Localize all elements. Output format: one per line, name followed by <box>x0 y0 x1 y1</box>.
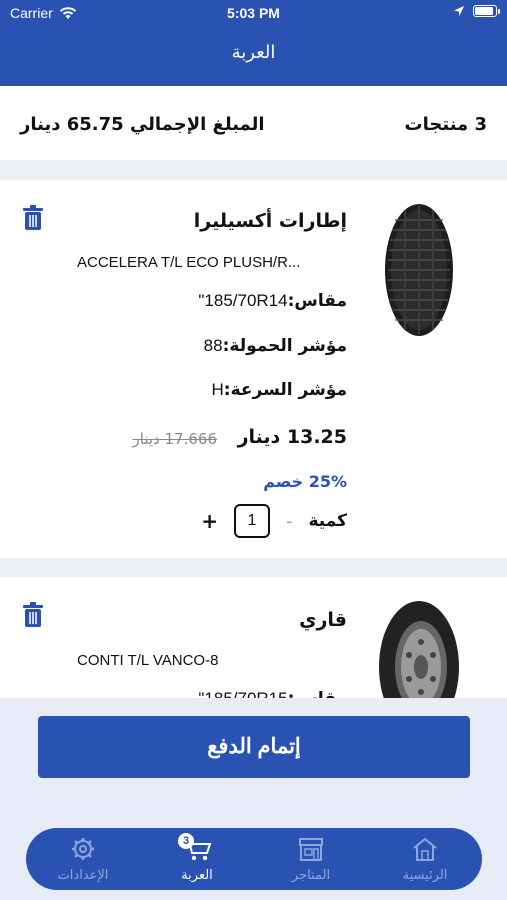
load-spec: مؤشر الحمولة:88 <box>204 336 347 356</box>
page-title: العربة <box>231 42 276 63</box>
speed-label: مؤشر السرعة: <box>223 380 347 400</box>
product-name: إطارات أكسيليرا <box>193 210 347 232</box>
speed-value: H <box>211 380 224 399</box>
delete-icon[interactable] <box>22 602 44 628</box>
cart-total: المبلغ الإجمالي 65.75 دينار <box>20 114 265 135</box>
battery-icon <box>473 5 500 17</box>
tab-settings-label: الإعدادات <box>57 868 109 883</box>
status-time: 5:03 PM <box>227 5 280 21</box>
product-model: ACCELERA T/L ECO PLUSH/R... <box>77 254 301 271</box>
size-spec: مقاس:185/70R14" <box>198 291 347 311</box>
checkout-button[interactable]: إتمام الدفع <box>38 716 470 778</box>
load-value: 88 <box>203 336 223 355</box>
load-label: مؤشر الحمولة: <box>222 336 347 356</box>
size-value: 185/70R14" <box>198 291 288 310</box>
tab-settings[interactable]: الإعدادات <box>26 828 140 890</box>
store-icon <box>299 838 323 861</box>
product-count: 3 منتجات <box>404 114 487 135</box>
product-model: CONTI T/L VANCO-8 <box>77 652 219 669</box>
cart-badge: 3 <box>178 833 194 849</box>
tab-cart[interactable]: العربة <box>140 828 254 890</box>
product-price: 13.25 دينار <box>237 426 347 448</box>
quantity-stepper: كمية - 1 + <box>201 504 347 538</box>
tab-home[interactable]: الرئيسية <box>368 828 482 890</box>
size-label: مقاس: <box>287 291 347 311</box>
discount-label: 25% خصم <box>263 472 347 491</box>
tab-stores[interactable]: المتاجر <box>254 828 368 890</box>
decrease-button[interactable]: - <box>286 511 293 532</box>
gear-icon <box>72 838 94 860</box>
battery-level <box>475 7 494 15</box>
status-bar: Carrier 5:03 PM <box>0 0 507 30</box>
tab-home-label: الرئيسية <box>402 868 448 883</box>
tire-image <box>385 204 453 336</box>
location-arrow-icon <box>454 6 464 16</box>
quantity-label: كمية <box>308 511 347 531</box>
tab-stores-label: المتاجر <box>291 868 331 883</box>
home-icon <box>413 837 437 861</box>
old-price: 17.666 دينار <box>132 430 217 448</box>
tab-cart-label: العربة <box>181 868 213 883</box>
quantity-value[interactable]: 1 <box>233 504 270 538</box>
tab-bar: الإعدادات العربة 3 المتاجر الرئيسية <box>26 828 482 890</box>
top-bar: Carrier 5:03 PM العربة <box>0 0 507 86</box>
increase-button[interactable]: + <box>201 509 218 533</box>
speed-spec: مؤشر السرعة:H <box>212 380 347 400</box>
delete-icon[interactable] <box>22 205 44 231</box>
cart-item: إطارات أكسيليرا ACCELERA T/L ECO PLUSH/R… <box>0 180 507 558</box>
product-name: قاري <box>299 609 347 631</box>
cart-summary: 3 منتجات المبلغ الإجمالي 65.75 دينار <box>0 86 507 160</box>
